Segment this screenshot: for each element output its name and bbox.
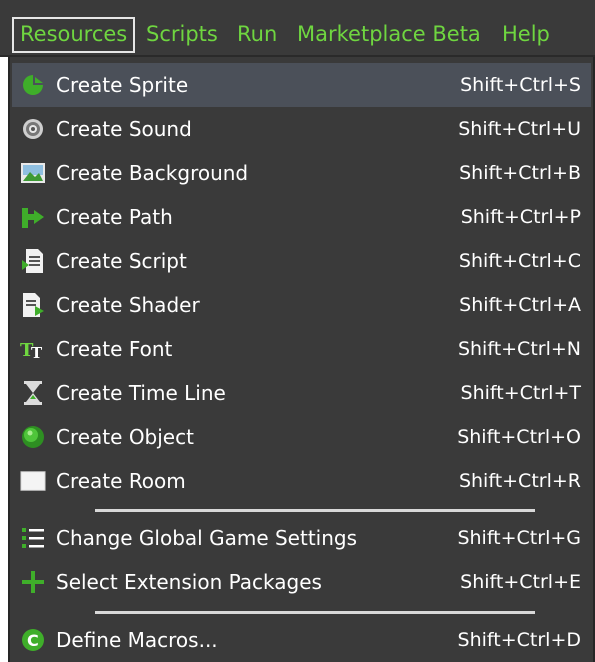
menu-item-shortcut: Shift+Ctrl+N [457,338,581,360]
room-icon [20,468,46,494]
shader-icon [20,292,46,318]
menu-item-label: Create Font [56,337,173,361]
menu-item-shortcut: Shift+Ctrl+E [460,571,581,593]
menu-item-create-time-line[interactable]: Create Time Line Shift+Ctrl+T [12,371,591,415]
menu-bar: Resources Scripts Run Marketplace Beta H… [0,0,595,57]
menu-item-label: Change Global Game Settings [56,526,358,550]
menu-item-shortcut: Shift+Ctrl+O [457,426,581,448]
background-icon [20,160,46,186]
timeline-icon [20,380,46,406]
menu-item-label: Create Room [56,469,186,493]
menu-separator [95,611,535,614]
menu-item-label: Create Time Line [56,381,226,405]
script-icon [20,248,46,274]
svg-text:T: T [31,344,43,361]
settings-list-icon [20,525,46,551]
menu-item-shortcut: Shift+Ctrl+D [457,629,581,651]
menu-item-create-font[interactable]: TT Create Font Shift+Ctrl+N [12,327,591,371]
menu-item-shortcut: Shift+Ctrl+B [459,162,581,184]
menu-item-change-global-game-settings[interactable]: Change Global Game Settings Shift+Ctrl+G [12,516,591,560]
menu-item-shortcut: Shift+Ctrl+C [458,250,581,272]
menu-item-create-path[interactable]: Create Path Shift+Ctrl+P [12,195,591,239]
menu-resources[interactable]: Resources [12,17,136,53]
menu-item-create-script[interactable]: Create Script Shift+Ctrl+C [12,239,591,283]
menu-item-shortcut: Shift+Ctrl+A [459,294,581,316]
menu-item-create-sound[interactable]: Create Sound Shift+Ctrl+U [12,107,591,151]
menu-item-label: Create Script [56,249,187,273]
sound-icon [20,116,46,142]
font-icon: TT [20,336,46,362]
object-icon [20,424,46,450]
macro-icon: C [20,627,46,653]
menu-item-create-room[interactable]: Create Room Shift+Ctrl+R [12,459,591,503]
menu-scripts[interactable]: Scripts [140,17,224,53]
menu-item-create-background[interactable]: Create Background Shift+Ctrl+B [12,151,591,195]
menu-item-select-extension-packages[interactable]: Select Extension Packages Shift+Ctrl+E [12,560,591,604]
menu-item-label: Create Sound [56,117,192,141]
menu-help[interactable]: Help [496,17,556,53]
menu-item-define-macros[interactable]: C Define Macros... Shift+Ctrl+D [12,618,591,662]
menu-item-shortcut: Shift+Ctrl+P [460,206,581,228]
menu-item-label: Create Sprite [56,73,189,97]
menu-marketplace-beta[interactable]: Marketplace Beta [291,17,487,53]
menu-item-shortcut: Shift+Ctrl+U [458,118,581,140]
resources-dropdown: Create Sprite Shift+Ctrl+S Create Sound … [8,57,595,662]
plus-icon [20,569,46,595]
menu-item-shortcut: Shift+Ctrl+T [460,382,581,404]
menu-item-shortcut: Shift+Ctrl+R [458,470,581,492]
menu-item-shortcut: Shift+Ctrl+S [460,74,581,96]
menu-run[interactable]: Run [231,17,283,53]
sprite-icon [20,72,46,98]
menu-item-shortcut: Shift+Ctrl+G [457,527,581,549]
menu-item-label: Create Shader [56,293,200,317]
menu-separator [95,509,535,512]
menu-item-create-shader[interactable]: Create Shader Shift+Ctrl+A [12,283,591,327]
menu-item-label: Select Extension Packages [56,570,322,594]
path-icon [20,204,46,230]
menu-item-label: Define Macros... [56,628,218,652]
menu-item-label: Create Background [56,161,249,185]
menu-item-create-object[interactable]: Create Object Shift+Ctrl+O [12,415,591,459]
menu-item-label: Create Object [56,425,194,449]
svg-text:C: C [27,631,39,650]
menu-item-label: Create Path [56,205,173,229]
menu-item-create-sprite[interactable]: Create Sprite Shift+Ctrl+S [12,63,591,107]
